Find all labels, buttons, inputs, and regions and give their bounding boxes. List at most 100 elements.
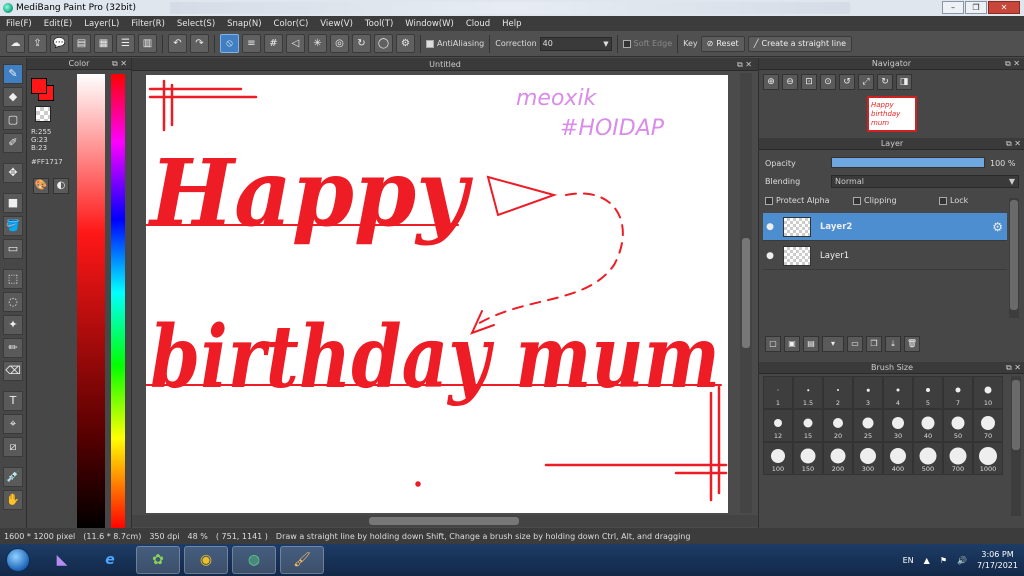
folder-icon[interactable]: ▭ xyxy=(847,336,863,352)
move-tool-icon[interactable]: ✥ xyxy=(3,163,23,183)
protect-alpha-option[interactable]: Protect Alpha xyxy=(765,196,830,205)
brush-size-cell[interactable]: 70 xyxy=(973,409,1003,442)
lock-option[interactable]: Lock xyxy=(939,196,968,205)
brush-size-cell[interactable]: 1000 xyxy=(973,442,1003,475)
brush-size-cell[interactable]: 50 xyxy=(943,409,973,442)
brush-size-cell[interactable]: 100 xyxy=(763,442,793,475)
vanishing-point-icon[interactable]: ◁ xyxy=(286,34,305,53)
fit-window-icon[interactable]: ⤢ xyxy=(858,74,874,90)
bucket-tool-icon[interactable]: 🪣 xyxy=(3,216,23,236)
chat-icon[interactable]: ▤ xyxy=(72,34,91,53)
menu-tool[interactable]: Tool(T) xyxy=(359,19,399,29)
rotate-left-icon[interactable]: ↺ xyxy=(839,74,855,90)
opacity-slider[interactable] xyxy=(831,157,985,168)
vertical-scrollbar[interactable] xyxy=(740,73,752,513)
brush-size-cell[interactable]: 30 xyxy=(883,409,913,442)
new-8bit-layer-icon[interactable]: ▤ xyxy=(803,336,819,352)
duplicate-layer-icon[interactable]: ❐ xyxy=(866,336,882,352)
merge-down-icon[interactable]: ⤓ xyxy=(885,336,901,352)
clipping-checkbox[interactable] xyxy=(853,196,861,205)
brush-size-cell[interactable]: 10 xyxy=(973,376,1003,409)
brush-size-cell[interactable]: 400 xyxy=(883,442,913,475)
horizontal-scrollbar[interactable] xyxy=(132,515,758,527)
zoom-in-icon[interactable]: ⊕ xyxy=(763,74,779,90)
actual-size-icon[interactable]: ⊙ xyxy=(820,74,836,90)
brush-size-cell[interactable]: 4 xyxy=(883,376,913,409)
menu-cloud[interactable]: Cloud xyxy=(460,19,496,29)
layer-row-layer2[interactable]: ● Layer2 ⚙ xyxy=(763,213,1007,241)
radial-snap-icon[interactable]: ✳ xyxy=(308,34,327,53)
soft-edge-checkbox[interactable] xyxy=(622,39,631,48)
color-set-icon[interactable]: ◐ xyxy=(53,178,69,194)
layer-scrollbar[interactable] xyxy=(1009,198,1019,318)
document-tab[interactable]: Untitled ⧉ ✕ xyxy=(132,58,758,71)
hand-tool-icon[interactable]: ✋ xyxy=(3,490,23,510)
cloud-icon[interactable]: ☁ xyxy=(6,34,25,53)
paint-icon[interactable]: 🖌 xyxy=(280,546,324,574)
select-pen-tool-icon[interactable]: ✏ xyxy=(3,338,23,358)
brush-size-cell[interactable]: 2 xyxy=(823,376,853,409)
brush-scroll-thumb[interactable] xyxy=(1012,380,1020,450)
brush-size-cell[interactable]: 1 xyxy=(763,376,793,409)
text-tool-icon[interactable]: T xyxy=(3,391,23,411)
comment-icon[interactable]: 💬 xyxy=(50,34,69,53)
start-button[interactable] xyxy=(0,545,36,575)
chrome-icon[interactable]: ◉ xyxy=(184,546,228,574)
ellipse-snap-icon[interactable]: ◯ xyxy=(374,34,393,53)
eraser-tool-icon[interactable]: ◆ xyxy=(3,87,23,107)
brush-size-cell[interactable]: 15 xyxy=(793,409,823,442)
menu-snap[interactable]: Snap(N) xyxy=(221,19,267,29)
brush-size-cell[interactable]: 150 xyxy=(793,442,823,475)
brush-tool-icon[interactable]: ✎ xyxy=(3,64,23,84)
menu-view[interactable]: View(V) xyxy=(314,19,359,29)
menu-layer[interactable]: Layer(L) xyxy=(78,19,125,29)
undo-icon[interactable]: ↶ xyxy=(168,34,187,53)
brush-size-scrollbar[interactable] xyxy=(1011,376,1021,516)
brush-size-cell[interactable]: 3 xyxy=(853,376,883,409)
brush-size-cell[interactable]: 5 xyxy=(913,376,943,409)
layer-scroll-thumb[interactable] xyxy=(1010,200,1018,310)
zoom-out-icon[interactable]: ⊖ xyxy=(782,74,798,90)
navigator-thumbnail[interactable]: Happy birthday mum xyxy=(867,96,917,132)
snap-settings-icon[interactable]: ⚙ xyxy=(396,34,415,53)
redo-icon[interactable]: ↷ xyxy=(190,34,209,53)
foreground-color-swatch[interactable] xyxy=(31,78,47,94)
brush-size-cell[interactable]: 12 xyxy=(763,409,793,442)
share-icon[interactable]: ⇪ xyxy=(28,34,47,53)
protect-alpha-checkbox[interactable] xyxy=(765,196,773,205)
gear-icon[interactable]: ⚙ xyxy=(992,220,1003,234)
list-icon[interactable]: ☰ xyxy=(116,34,135,53)
rectangle-tool-icon[interactable]: ▢ xyxy=(3,110,23,130)
language-indicator[interactable]: EN xyxy=(903,556,914,565)
minimize-button[interactable]: – xyxy=(942,1,964,14)
vertical-scroll-thumb[interactable] xyxy=(742,238,750,348)
divide-tool-icon[interactable]: ⧄ xyxy=(3,437,23,457)
saturation-value-bar[interactable] xyxy=(77,74,105,529)
menu-file[interactable]: File(F) xyxy=(0,19,38,29)
circle-snap-icon[interactable]: ◎ xyxy=(330,34,349,53)
create-straight-line-button[interactable]: ╱ Create a straight line xyxy=(747,35,853,52)
document-controls-icon[interactable]: ⧉ ✕ xyxy=(737,58,752,71)
menu-edit[interactable]: Edit(E) xyxy=(38,19,78,29)
layer-row-layer1[interactable]: ● Layer1 xyxy=(763,242,1007,270)
antialiasing-checkbox[interactable] xyxy=(426,39,434,48)
panel-controls-icon[interactable]: ⧉ ✕ xyxy=(112,58,127,70)
document-icon[interactable]: ▦ xyxy=(94,34,113,53)
medibang-taskbar-icon[interactable]: ◍ xyxy=(232,546,276,574)
menu-select[interactable]: Select(S) xyxy=(171,19,221,29)
horizontal-scroll-thumb[interactable] xyxy=(369,517,519,525)
clipping-option[interactable]: Clipping xyxy=(853,196,897,205)
panel-controls-icon[interactable]: ⧉ ✕ xyxy=(1006,138,1021,150)
select-tool-icon[interactable]: ⬚ xyxy=(3,269,23,289)
curve-snap-icon[interactable]: ↻ xyxy=(352,34,371,53)
flag-icon[interactable]: ⚑ xyxy=(940,556,947,565)
internet-explorer-icon[interactable]: e xyxy=(88,546,132,574)
soft-edge-toggle[interactable]: Soft Edge xyxy=(622,39,672,48)
new-halftone-layer-icon[interactable]: ▣ xyxy=(784,336,800,352)
drawing-canvas[interactable]: meoxik #HOIDAP Happy birthday mum xyxy=(146,75,728,513)
lock-checkbox[interactable] xyxy=(939,196,947,205)
cross-snap-icon[interactable]: # xyxy=(264,34,283,53)
transparent-swatch[interactable] xyxy=(35,106,51,122)
grid-icon[interactable]: ▥ xyxy=(138,34,157,53)
app-icon-green[interactable]: ✿ xyxy=(136,546,180,574)
